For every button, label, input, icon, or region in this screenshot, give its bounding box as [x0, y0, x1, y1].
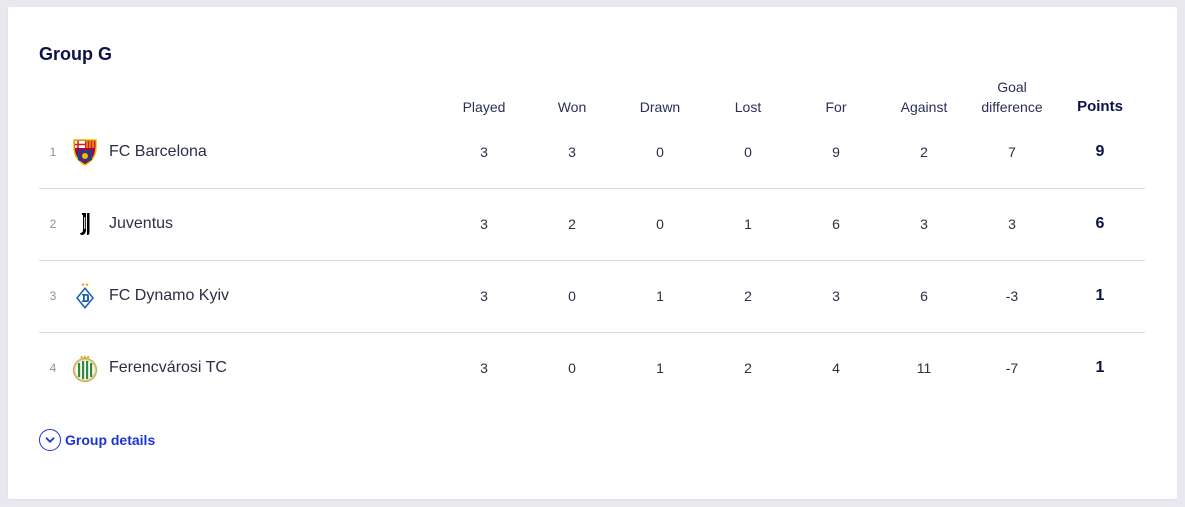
- team-name[interactable]: FC Dynamo Kyiv: [109, 260, 229, 332]
- goal-difference-label-line1: Goal: [997, 79, 1027, 95]
- group-details-label: Group details: [65, 432, 156, 448]
- drawn-value: 0: [656, 144, 664, 160]
- goal-difference-value: 7: [1008, 144, 1016, 160]
- team-position: 4: [49, 361, 57, 375]
- points-value: 1: [1095, 287, 1105, 304]
- group-standings-card: Group G Played Won Drawn Lost For Agains…: [8, 7, 1177, 499]
- goals-against-value: 3: [920, 216, 928, 232]
- barcelona-crest-icon: [70, 137, 100, 167]
- chevron-down-icon: [39, 429, 61, 451]
- goal-difference-value: 3: [1008, 216, 1016, 232]
- team-name[interactable]: Ferencvárosi TC: [109, 332, 227, 404]
- won-value: 0: [568, 288, 576, 304]
- played-value: 3: [480, 144, 488, 160]
- won-value: 0: [568, 360, 576, 376]
- goal-difference-label-line2: difference: [981, 99, 1043, 115]
- team-position: 3: [49, 289, 57, 303]
- team-position: 1: [49, 145, 57, 159]
- played-value: 3: [480, 288, 488, 304]
- column-header-won: Won: [557, 99, 587, 115]
- goals-for-value: 6: [832, 216, 840, 232]
- table-row[interactable]: 2 Juventus 3 2 0 1 6 3 3 6: [39, 188, 1145, 261]
- played-value: 3: [480, 216, 488, 232]
- won-value: 2: [568, 216, 576, 232]
- group-title: Group G: [39, 44, 112, 64]
- points-value: 6: [1095, 215, 1105, 232]
- column-header-drawn: Drawn: [639, 99, 681, 115]
- dynamo-kyiv-crest-icon: [70, 281, 100, 311]
- won-value: 3: [568, 144, 576, 160]
- team-name[interactable]: FC Barcelona: [109, 116, 207, 188]
- goal-difference-value: -7: [1005, 360, 1019, 376]
- column-header-lost: Lost: [734, 99, 762, 115]
- goals-against-value: 6: [920, 288, 928, 304]
- column-header-goal-difference: Goal difference: [967, 67, 1057, 117]
- drawn-value: 0: [656, 216, 664, 232]
- drawn-value: 1: [656, 360, 664, 376]
- goal-difference-value: -3: [1005, 288, 1019, 304]
- drawn-value: 1: [656, 288, 664, 304]
- played-value: 3: [480, 360, 488, 376]
- team-position: 2: [49, 217, 57, 231]
- table-row[interactable]: 4 Ferencvárosi TC 3 0 1 2 4 11 -7 1: [39, 332, 1145, 404]
- points-value: 1: [1095, 359, 1105, 376]
- goals-for-value: 3: [832, 288, 840, 304]
- column-header-points: Points: [1077, 98, 1123, 115]
- goals-for-value: 9: [832, 144, 840, 160]
- table-row[interactable]: 1 FC Barcelona 3 3 0 0 9 2 7 9: [39, 116, 1145, 189]
- goals-against-value: 11: [916, 360, 932, 376]
- lost-value: 2: [744, 360, 752, 376]
- table-row[interactable]: 3 FC Dynamo Kyiv 3 0 1 2 3 6 -3 1: [39, 260, 1145, 333]
- column-header-played: Played: [462, 99, 506, 115]
- team-name[interactable]: Juventus: [109, 188, 173, 260]
- column-header-for: For: [825, 99, 847, 115]
- group-details-button[interactable]: Group details: [39, 427, 155, 453]
- column-header-against: Against: [900, 99, 948, 115]
- goals-against-value: 2: [920, 144, 928, 160]
- goals-for-value: 4: [832, 360, 840, 376]
- points-value: 9: [1095, 143, 1105, 160]
- lost-value: 2: [744, 288, 752, 304]
- lost-value: 0: [744, 144, 752, 160]
- lost-value: 1: [744, 216, 752, 232]
- juventus-crest-icon: [70, 209, 100, 239]
- ferencvaros-crest-icon: [70, 353, 100, 383]
